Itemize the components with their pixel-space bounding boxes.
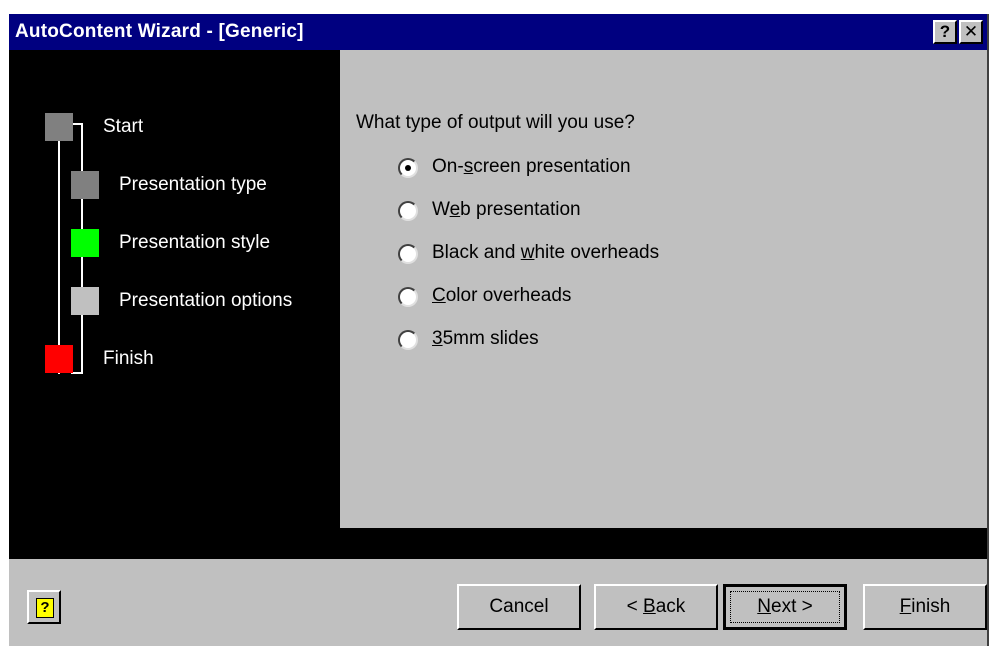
step-label-presentation-type[interactable]: Presentation type	[119, 174, 267, 196]
question-mark-icon: ?	[939, 22, 951, 41]
finish-button[interactable]: Finish	[863, 584, 987, 630]
step-marker-start	[45, 113, 73, 141]
step-marker-presentation-type	[71, 171, 99, 199]
step-marker-presentation-options	[71, 287, 99, 315]
wizard-content: What type of output will you use? On-scr…	[340, 50, 987, 528]
autocontent-wizard-window: AutoContent Wizard - [Generic] ? ✕ Start…	[9, 14, 989, 646]
cancel-button[interactable]: Cancel	[457, 584, 581, 630]
step-connector-outer	[58, 123, 60, 374]
step-label-presentation-style[interactable]: Presentation style	[119, 232, 270, 254]
option-label[interactable]: Color overheads	[432, 285, 571, 307]
wizard-steps-panel: Start Presentation type Presentation sty…	[9, 50, 340, 559]
close-icon: ✕	[963, 22, 979, 41]
close-button[interactable]: ✕	[959, 20, 983, 44]
step-marker-finish	[45, 345, 73, 373]
title-bar: AutoContent Wizard - [Generic] ? ✕	[9, 14, 987, 50]
option-label[interactable]: Web presentation	[432, 199, 581, 221]
step-label-start[interactable]: Start	[103, 116, 143, 138]
back-button[interactable]: < Back	[594, 584, 718, 630]
option-label[interactable]: 35mm slides	[432, 328, 539, 350]
radio-button[interactable]	[398, 201, 418, 221]
radio-button[interactable]	[398, 158, 418, 178]
window-title: AutoContent Wizard - [Generic]	[15, 21, 304, 42]
help-icon: ?	[36, 598, 54, 618]
step-label-finish[interactable]: Finish	[103, 348, 154, 370]
radio-button[interactable]	[398, 330, 418, 350]
radio-button[interactable]	[398, 244, 418, 264]
step-marker-presentation-style	[71, 229, 99, 257]
output-question: What type of output will you use?	[356, 112, 635, 133]
step-label-presentation-options[interactable]: Presentation options	[119, 290, 292, 312]
radio-button[interactable]	[398, 287, 418, 307]
content-footer-strip	[340, 528, 987, 559]
title-help-button[interactable]: ?	[933, 20, 957, 44]
option-label[interactable]: On-screen presentation	[432, 156, 631, 178]
focus-rect	[730, 591, 840, 623]
next-button[interactable]: Next >	[723, 584, 847, 630]
option-label[interactable]: Black and white overheads	[432, 242, 659, 264]
office-assistant-button[interactable]: ?	[27, 590, 61, 624]
